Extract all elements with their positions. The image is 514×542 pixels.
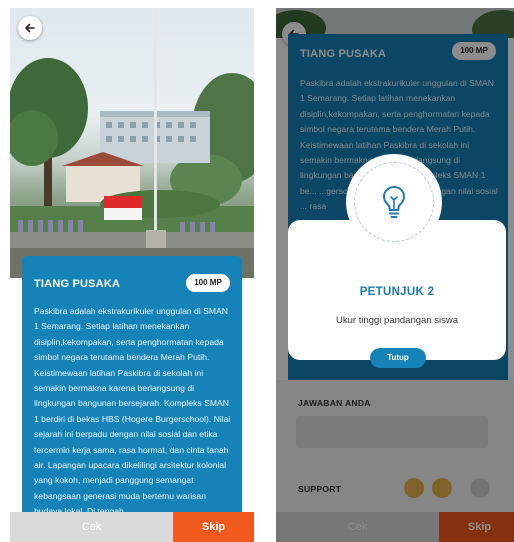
location-photo bbox=[10, 8, 254, 278]
hint-screen: TIANG PUSAKA 100 MP Paskibra adalah ekst… bbox=[276, 8, 514, 542]
story-screen: TIANG PUSAKA 100 MP Paskibra adalah ekst… bbox=[10, 8, 254, 542]
card-title: TIANG PUSAKA bbox=[34, 278, 121, 290]
lightbulb-icon bbox=[383, 186, 405, 218]
skip-button[interactable]: Skip bbox=[173, 512, 254, 542]
arrow-left-icon bbox=[25, 23, 35, 33]
bottom-action-bar: Cek Skip bbox=[10, 512, 254, 542]
check-button[interactable]: Cek bbox=[10, 512, 173, 542]
hint-text: Ukur tinggi pandangan siswa bbox=[336, 315, 458, 326]
hint-icon-badge bbox=[346, 154, 442, 250]
card-body-text: Paskibra adalah ekstrakurikuler unggulan… bbox=[34, 306, 231, 512]
close-button[interactable]: Tutup bbox=[370, 348, 426, 368]
points-badge: 100 MP bbox=[186, 274, 230, 292]
modal-title: PETUNJUK 2 bbox=[359, 286, 435, 298]
back-button[interactable] bbox=[18, 16, 42, 40]
info-card: TIANG PUSAKA 100 MP Paskibra adalah ekst… bbox=[22, 256, 242, 512]
